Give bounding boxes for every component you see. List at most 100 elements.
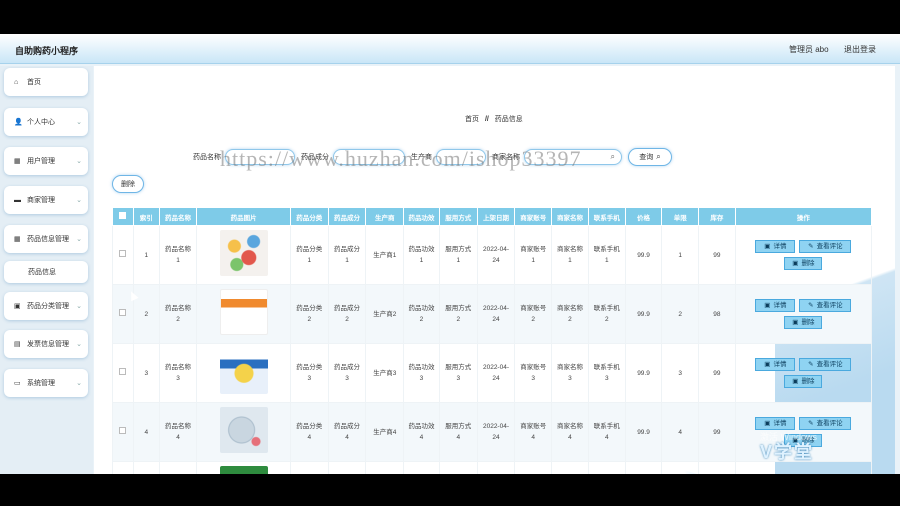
cell-price: 99.9 xyxy=(624,343,663,403)
row-checkbox[interactable] xyxy=(119,367,127,375)
detail-label: 详情 xyxy=(773,420,787,427)
drug-image-cell xyxy=(196,284,291,344)
cell-ing: 药品成分5 xyxy=(327,461,367,474)
cell-stock: 99 xyxy=(698,225,736,285)
sidebar-item-8[interactable]: ▭ 系统管理 ⌄ xyxy=(4,369,88,397)
query-button[interactable]: 查询 ⌕ xyxy=(628,148,672,166)
sidebar-item-1[interactable]: 👤 个人中心 ⌄ xyxy=(4,108,88,136)
cell-maker: 生产商5 xyxy=(365,461,405,474)
sidebar-item-2[interactable]: ▦ 用户管理 ⌄ xyxy=(4,147,88,175)
view-reviews-button[interactable]: ✎ 查看评论 xyxy=(799,240,852,253)
cell-date: 2022-04-24 xyxy=(476,284,516,344)
delete-label: 删除 xyxy=(801,378,815,385)
grid-icon: ▦ xyxy=(14,157,21,165)
cell-name: 药品名称1 xyxy=(158,225,198,285)
cell-stock: 99 xyxy=(698,402,736,462)
cell-phone: 联系手机4 xyxy=(587,402,626,462)
cell-stock: 98 xyxy=(698,284,736,344)
chevron-down-icon: ⌄ xyxy=(76,380,82,387)
sidebar-item-3[interactable]: ▬ 商家管理 ⌄ xyxy=(4,186,88,214)
chevron-down-icon: ⌄ xyxy=(76,197,82,204)
chevron-down-icon: ⌄ xyxy=(76,341,82,348)
operations-cell: ▣详情✎查看评论▣删除 xyxy=(734,284,873,344)
sidebar-item-4[interactable]: ▦ 药品信息管理 ⌄ xyxy=(4,225,88,253)
cell-cat: 药品分类5 xyxy=(289,461,329,474)
cell-cat: 药品分类4 xyxy=(289,402,329,462)
detail-icon: ▣ xyxy=(764,302,771,309)
drug-image xyxy=(219,348,268,394)
sidebar-item-label: 系统管理 xyxy=(27,380,55,387)
detail-icon: ▣ xyxy=(764,243,771,250)
cell-name: 药品名称5 xyxy=(158,461,198,474)
detail-button[interactable]: ▣ 详情 xyxy=(755,358,796,371)
cell-phone: 联系手机2 xyxy=(587,284,626,344)
delete-icon: ▣ xyxy=(792,260,799,267)
view-reviews-label: 查看评论 xyxy=(816,420,843,427)
column-header: 商家名称 xyxy=(551,207,589,226)
table-row[interactable]: 4 药品名称4 药品分类4 药品成分4 生产商4 药品功效4 服用方式4 2022-04-24… xyxy=(112,402,873,462)
sidebar-item-0[interactable]: ⌂ 首页 xyxy=(4,68,88,96)
sidebar-item-label: 商家管理 xyxy=(27,197,55,204)
grid-icon: ▦ xyxy=(14,235,21,243)
sidebar-item-6[interactable]: ▣ 药品分类管理 ⌄ xyxy=(4,292,88,320)
delete-label: 删除 xyxy=(801,319,815,326)
cell-merchant: 商家名称3 xyxy=(551,343,589,403)
delete-icon: ▣ xyxy=(792,319,799,326)
cell-date: 2022-04-24 xyxy=(476,461,516,474)
detail-button[interactable]: ▣ 详情 xyxy=(755,240,796,253)
table-row[interactable]: 3 药品名称3 药品分类3 药品成分3 生产商3 药品功效3 服用方式3 2022-04-24… xyxy=(112,343,873,403)
search-icon: ⌕ xyxy=(656,152,661,161)
detail-button[interactable]: ▣ 详情 xyxy=(755,299,796,312)
cell-name: 药品名称4 xyxy=(158,402,198,462)
view-reviews-button[interactable]: ✎ 查看评论 xyxy=(799,417,852,430)
row-checkbox[interactable] xyxy=(119,426,127,434)
row-checkbox[interactable] xyxy=(119,308,127,316)
view-reviews-label: 查看评论 xyxy=(816,361,843,368)
cell-merchant: 商家名称5 xyxy=(551,461,589,474)
view-reviews-button[interactable]: ✎ 查看评论 xyxy=(799,299,852,312)
cell-usage: 服用方式2 xyxy=(438,284,478,344)
app-title: 自助购药小程序 xyxy=(15,46,79,56)
select-all-checkbox[interactable] xyxy=(119,212,127,219)
delete-button[interactable]: ▣ 删除 xyxy=(784,257,823,270)
sidebar-item-5[interactable]: 药品信息 xyxy=(4,261,88,283)
view-reviews-button[interactable]: ✎ 查看评论 xyxy=(799,358,852,371)
bulk-delete-button[interactable]: 删除 xyxy=(112,175,144,193)
cell-ing: 药品成分2 xyxy=(327,284,367,344)
cell-date: 2022-04-24 xyxy=(476,402,516,462)
breadcrumb-home[interactable]: 首页 xyxy=(465,116,479,123)
row-checkbox[interactable] xyxy=(119,249,127,257)
table-row[interactable]: 2 药品名称2 药品分类2 药品成分2 生产商2 药品功效2 服用方式2 2022-04-24… xyxy=(112,284,873,344)
row-checkbox-cell xyxy=(112,343,134,403)
cell-limit: 3 xyxy=(661,343,700,403)
view-reviews-label: 查看评论 xyxy=(816,302,843,309)
cell-acct: 商家账号1 xyxy=(514,225,553,285)
drug-image xyxy=(219,466,268,474)
operations-cell: ▣详情✎查看评论▣删除 xyxy=(734,343,873,403)
column-header: 上架日期 xyxy=(476,207,516,226)
cell-idx: 3 xyxy=(132,343,160,403)
detail-button[interactable]: ▣ 详情 xyxy=(755,417,796,430)
cell-idx: 1 xyxy=(132,225,160,285)
table-row[interactable]: 1 药品名称1 药品分类1 药品成分1 生产商1 药品功效1 服用方式1 2022-04-24… xyxy=(112,225,873,285)
drug-image xyxy=(219,289,268,335)
delete-button[interactable]: ▣ 删除 xyxy=(784,316,823,329)
row-checkbox-cell xyxy=(112,402,134,462)
sidebar-item-label: 药品信息 xyxy=(28,269,56,276)
detail-icon: ▣ xyxy=(764,361,771,368)
cell-phone: 联系手机3 xyxy=(587,343,626,403)
brand-logo: V学堂 xyxy=(760,442,815,462)
column-header: 价格 xyxy=(624,207,663,226)
cell-acct: 商家账号5 xyxy=(514,461,553,474)
delete-button[interactable]: ▣ 删除 xyxy=(784,375,823,388)
column-header: 药品名称 xyxy=(158,207,198,226)
column-header: 联系手机 xyxy=(587,207,626,226)
sidebar: ⌂ 首页 👤 个人中心 ⌄ ▦ 用户管理 ⌄ ▬ 商家管理 ⌄ ▦ 药品信息管理 ⌄ 药品信息 ▣ 药品分类管理… xyxy=(0,66,93,474)
sidebar-item-7[interactable]: ▤ 发票信息管理 ⌄ xyxy=(4,330,88,358)
logout-link[interactable]: 退出登录 xyxy=(844,44,876,55)
table-row[interactable]: 5药品名称5药品分类5药品成分5生产商5药品功效5服用方式52022-04-24… xyxy=(112,461,873,474)
column-header: 库存 xyxy=(698,207,736,226)
table-icon: ▤ xyxy=(14,340,21,348)
cell-name: 药品名称3 xyxy=(158,343,198,403)
column-header: 生产商 xyxy=(365,207,405,226)
